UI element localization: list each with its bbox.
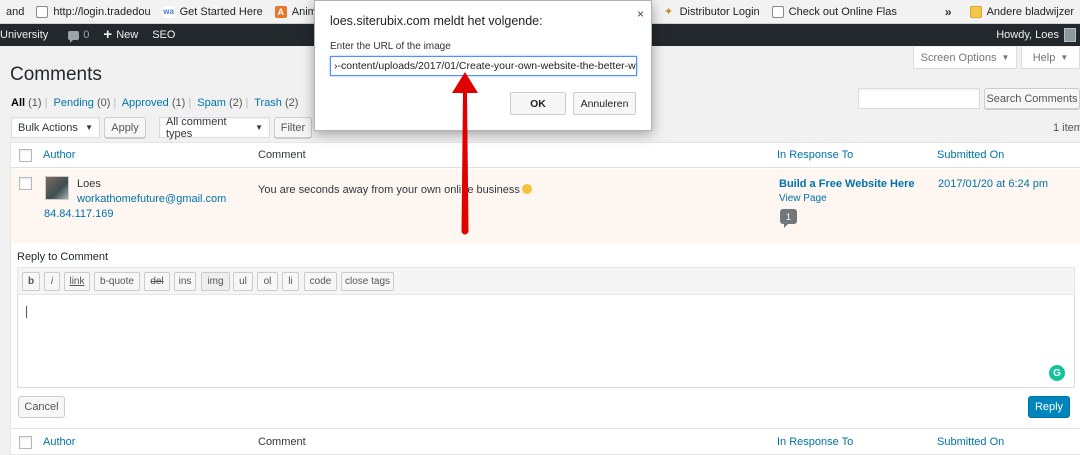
comment-text: You are seconds away from your own onlin…	[258, 184, 532, 196]
qt-italic-button[interactable]: i	[44, 272, 60, 291]
red-arrow-annotation	[452, 72, 478, 235]
qt-ol-button[interactable]: ol	[257, 272, 278, 291]
filter-all[interactable]: All (1)	[11, 97, 42, 109]
folder-icon	[969, 5, 982, 18]
bookmark-partial[interactable]: and	[0, 6, 30, 18]
bookmark-distributor-login[interactable]: ✦ Distributor Login	[657, 6, 766, 18]
reply-title: Reply to Comment	[17, 251, 109, 263]
caret-down-icon: ▼	[1060, 53, 1069, 62]
qt-ul-button[interactable]: ul	[233, 272, 253, 291]
wa-icon: wa	[162, 5, 175, 18]
page-icon	[771, 5, 784, 18]
filter-spam[interactable]: Spam (2)	[197, 97, 242, 109]
howdy-text[interactable]: Howdy, Loes	[996, 29, 1059, 41]
qt-close-tags-button[interactable]: close tags	[341, 272, 394, 291]
filter-trash[interactable]: Trash (2)	[254, 97, 298, 109]
col-author[interactable]: Author	[43, 149, 75, 161]
animaatjes-icon: A	[274, 5, 287, 18]
table-footer: Author Comment In Response To Submitted …	[11, 428, 1080, 455]
bookmark-get-started[interactable]: wa Get Started Here	[157, 5, 269, 18]
bookmarks-more-icon[interactable]: »	[941, 5, 956, 19]
bookmark-online-flas[interactable]: Check out Online Flas	[766, 5, 903, 18]
distributor-icon: ✦	[663, 5, 674, 18]
qt-bquote-button[interactable]: b-quote	[94, 272, 140, 291]
view-page-link[interactable]: View Page	[779, 193, 827, 204]
reply-form: Reply to Comment b i link b-quote del in…	[11, 244, 1080, 427]
col-in-response-to[interactable]: In Response To	[777, 149, 853, 161]
apply-button[interactable]: Apply	[104, 117, 146, 138]
chevron-down-icon: ▼	[85, 123, 93, 132]
admin-new[interactable]: + New	[96, 26, 145, 43]
ok-button[interactable]: OK	[510, 92, 566, 115]
comment-count-badge[interactable]: 1	[780, 209, 797, 228]
qt-img-button[interactable]: img	[201, 272, 230, 291]
response-post-link[interactable]: Build a Free Website Here	[779, 178, 915, 190]
screen-options-button[interactable]: Screen Options ▼	[913, 47, 1017, 69]
qt-del-button[interactable]: del	[144, 272, 170, 291]
quicktags-toolbar: b i link b-quote del ins img ul ol li co…	[17, 267, 1075, 295]
qt-code-button[interactable]: code	[304, 272, 337, 291]
search-input[interactable]	[858, 88, 980, 109]
help-button[interactable]: Help ▼	[1021, 47, 1080, 69]
page-title: Comments	[10, 64, 102, 85]
filter-button[interactable]: Filter	[274, 117, 312, 138]
qt-bold-button[interactable]: b	[22, 272, 40, 291]
caret-down-icon: ▼	[1001, 53, 1010, 62]
submitted-date[interactable]: 2017/01/20 at 6:24 pm	[938, 178, 1048, 190]
dialog-label: Enter the URL of the image	[330, 41, 451, 52]
close-icon[interactable]: ×	[637, 7, 644, 21]
table-header: Author Comment In Response To Submitted …	[11, 143, 1080, 168]
filter-approved[interactable]: Approved (1)	[122, 97, 186, 109]
text-caret	[26, 306, 27, 318]
comments-table: Author Comment In Response To Submitted …	[10, 142, 1080, 455]
filter-pending[interactable]: Pending (0)	[54, 97, 111, 109]
site-name[interactable]: University	[0, 29, 55, 41]
admin-seo[interactable]: SEO	[145, 29, 182, 41]
col-submitted-on-bottom[interactable]: Submitted On	[937, 436, 1004, 448]
bookmark-other[interactable]: Andere bladwijzer	[964, 5, 1080, 18]
author-name: Loes	[77, 178, 101, 190]
annuleren-button[interactable]: Annuleren	[573, 92, 636, 115]
reply-textarea[interactable]: G	[17, 295, 1075, 388]
col-comment-bottom: Comment	[258, 436, 306, 448]
smiley-icon	[521, 184, 532, 194]
arrow-head	[452, 72, 478, 93]
comment-types-select[interactable]: All comment types ▼	[159, 116, 270, 140]
plus-icon: +	[103, 26, 113, 43]
select-all-checkbox-bottom[interactable]	[19, 436, 32, 449]
url-prompt-dialog: loes.siterubix.com meldt het volgende: ×…	[314, 0, 652, 131]
comment-bubble-icon	[68, 30, 80, 43]
items-count: 1 item	[1053, 122, 1080, 134]
grammarly-icon[interactable]: G	[1049, 365, 1065, 381]
author-ip[interactable]: 84.84.117.169	[44, 208, 114, 220]
cancel-button[interactable]: Cancel	[18, 396, 65, 418]
status-filters: All (1) | Pending (0) | Approved (1) | Spam…	[11, 97, 299, 109]
select-all-checkbox[interactable]	[19, 149, 32, 162]
chevron-down-icon: ▼	[255, 123, 263, 132]
search-comments-button[interactable]: Search Comments	[984, 88, 1080, 109]
author-avatar	[45, 176, 69, 200]
page-icon	[36, 5, 49, 18]
bulk-actions-select[interactable]: Bulk Actions ▼	[11, 117, 100, 138]
image-url-input[interactable]: ›-content/uploads/2017/01/Create-your-ow…	[330, 56, 637, 76]
author-email[interactable]: workathomefuture@gmail.com	[77, 193, 226, 205]
avatar[interactable]	[1064, 28, 1076, 42]
col-in-response-to-bottom[interactable]: In Response To	[777, 436, 853, 448]
row-checkbox[interactable]	[19, 177, 32, 190]
qt-link-button[interactable]: link	[64, 272, 90, 291]
col-submitted-on[interactable]: Submitted On	[937, 149, 1004, 161]
qt-li-button[interactable]: li	[282, 272, 299, 291]
arrow-shaft	[461, 92, 469, 235]
qt-ins-button[interactable]: ins	[174, 272, 196, 291]
dialog-title: loes.siterubix.com meldt het volgende:	[330, 14, 543, 28]
table-row: Loes workathomefuture@gmail.com 84.84.11…	[11, 169, 1080, 243]
reply-button[interactable]: Reply	[1028, 396, 1070, 418]
col-author-bottom[interactable]: Author	[43, 436, 75, 448]
col-comment: Comment	[258, 149, 306, 161]
admin-comments[interactable]: 0	[61, 29, 96, 43]
bookmark-tradedou[interactable]: http://login.tradedou	[30, 5, 156, 18]
